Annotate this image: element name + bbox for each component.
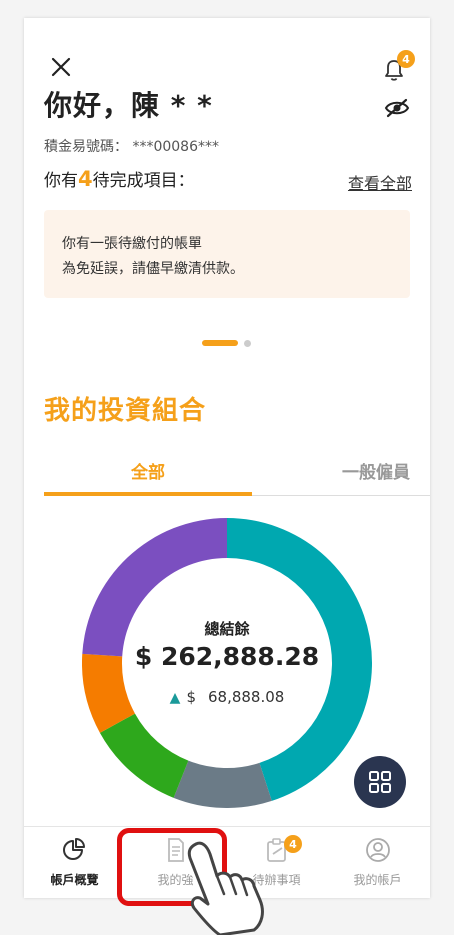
pointing-hand-icon	[187, 841, 264, 935]
carousel-dot-active[interactable]	[202, 340, 238, 346]
tab-active-indicator	[44, 492, 252, 496]
total-balance-label: 總結餘	[204, 620, 250, 638]
todo-badge: 4	[284, 835, 302, 853]
nav-label-overview: 帳戶概覽	[50, 873, 99, 887]
greeting-title: 你好，陳 * *	[44, 89, 213, 122]
notice-line-1: 你有一張待繳付的帳單	[62, 236, 202, 252]
pie-chart-icon	[63, 838, 85, 860]
todo-summary: 你有4待完成項目：	[44, 166, 195, 191]
notification-badge: 4	[397, 50, 415, 68]
view-all-link[interactable]: 查看全部	[348, 170, 412, 194]
change-currency: $	[186, 688, 196, 706]
nav-item-overview[interactable]: 帳戶概覽	[24, 827, 125, 898]
todo-suffix: 待完成項目：	[92, 171, 195, 191]
total-balance-value: $ 262,888.28	[134, 642, 320, 671]
todo-prefix: 你有	[44, 171, 78, 191]
nav-item-my-account[interactable]: 我的帳戶	[327, 827, 428, 898]
nav-label-my-account: 我的帳戶	[353, 873, 402, 887]
user-icon	[366, 838, 390, 862]
app-screen: 4 你好，陳 * * 積金易號碼： ***00086*** 你有4待完成項目： …	[24, 18, 430, 898]
grid-icon	[369, 771, 391, 793]
account-number: 積金易號碼： ***00086***	[44, 139, 219, 155]
change-value: 68,888.08	[207, 688, 285, 706]
notice-line-2: 為免延誤，請儘早繳清供款。	[62, 261, 244, 277]
donut-slice-3[interactable]	[99, 713, 189, 798]
portfolio-title: 我的投資組合	[44, 396, 207, 426]
menu-grid-button[interactable]	[354, 756, 406, 808]
todo-count: 4	[78, 167, 93, 191]
close-icon[interactable]	[48, 54, 74, 80]
bill-notice-card[interactable]: 你有一張待繳付的帳單 為免延誤，請儘早繳清供款。	[44, 210, 410, 298]
tab-employee[interactable]: 一般僱員	[252, 458, 410, 483]
carousel-dot[interactable]	[244, 340, 251, 347]
donut-slice-2[interactable]	[173, 760, 272, 808]
balance-change: ▲ $68,888.08	[82, 688, 372, 706]
up-triangle-icon: ▲	[169, 690, 181, 706]
eye-off-icon[interactable]	[384, 98, 410, 118]
tab-all[interactable]: 全部	[44, 458, 252, 483]
